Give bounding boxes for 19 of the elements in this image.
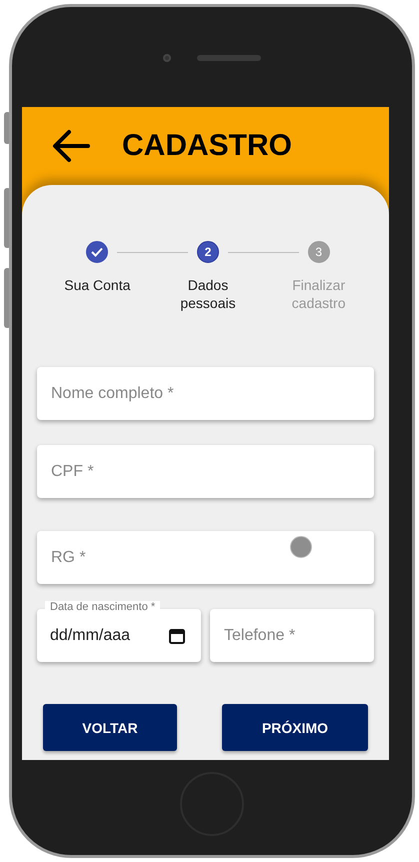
date-field[interactable]: dd/mm/aaa	[37, 609, 201, 662]
step-label: Dados pessoais	[179, 276, 237, 312]
camera-icon	[163, 54, 171, 62]
input-field[interactable]: Nome completo *	[37, 367, 374, 420]
back-icon[interactable]	[52, 129, 90, 163]
page-title: CADASTRO	[122, 129, 292, 163]
calendar-icon[interactable]	[168, 626, 186, 644]
input-field[interactable]: CPF *	[37, 445, 374, 498]
input-field[interactable]: RG *	[37, 531, 374, 584]
check-icon	[91, 247, 104, 257]
field-label: Data de nascimento *	[45, 601, 160, 613]
step-label: Finalizar cadastro	[290, 276, 346, 312]
input-field[interactable]: Telefone *	[210, 609, 374, 662]
step-circle: 2	[196, 241, 219, 263]
back-button[interactable]: VOLTAR	[43, 704, 177, 751]
next-button[interactable]: PRÓXIMO	[222, 704, 368, 751]
speaker-icon	[197, 55, 261, 61]
step-label: Sua Conta	[64, 276, 130, 294]
step-circle: 3	[308, 241, 330, 263]
